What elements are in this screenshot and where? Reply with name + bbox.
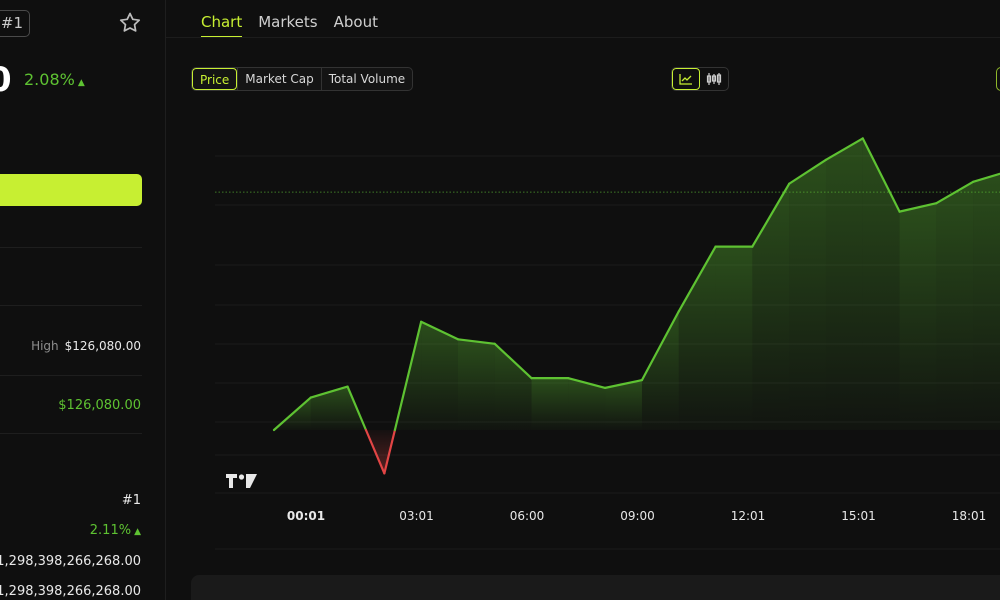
area-fill-segment (789, 159, 826, 430)
area-fill-segment (421, 321, 458, 430)
chart-area: Chart Markets About Price Market Cap Tot… (166, 0, 1000, 600)
area-fill-segment (936, 181, 974, 430)
x-tick-label: 03:01 (399, 509, 434, 523)
triangle-up-icon: ▲ (134, 527, 141, 537)
divider (0, 247, 142, 248)
candlestick-icon[interactable] (700, 68, 728, 90)
area-fill-segment (825, 138, 863, 430)
rank-value: #1 (121, 493, 141, 508)
x-tick-label: 00:01 (287, 509, 325, 523)
x-tick-label: 15:01 (841, 509, 876, 523)
rank-badge: #1 (0, 10, 30, 37)
area-fill-segment (678, 246, 716, 430)
fully-diluted-value: $1,298,398,266,268.00 (0, 584, 141, 599)
divider (166, 37, 1000, 38)
high-label: High (31, 339, 59, 353)
tab-bar: Chart Markets About (201, 0, 378, 38)
x-tick-label: 09:00 (620, 509, 655, 523)
all-time-high-value: $126,080.00 (58, 398, 141, 413)
area-fill-segment (752, 183, 790, 430)
bottom-panel (191, 575, 1000, 600)
current-price: 0 (0, 60, 12, 100)
high-row: High $126,080.00 (31, 339, 141, 353)
tab-about[interactable]: About (334, 0, 378, 38)
price-chart[interactable]: 00:01 03:01 06:00 09:00 12:01 15:01 18:01 (166, 100, 1000, 560)
line-chart-icon[interactable] (672, 68, 700, 90)
area-fill-segment (973, 173, 1000, 430)
price-toggle-button[interactable]: Price (192, 68, 238, 90)
x-tick-label: 06:00 (510, 509, 545, 523)
fullscreen-button[interactable] (996, 67, 1000, 91)
market-cap-toggle-button[interactable]: Market Cap (237, 68, 320, 90)
divider (0, 433, 142, 434)
high-value: $126,080.00 (64, 339, 141, 353)
price-change-percent: 2.08% ▲ (24, 70, 85, 89)
tab-markets[interactable]: Markets (258, 0, 317, 38)
star-icon[interactable] (117, 10, 143, 36)
market-cap-value: $1,298,398,266,268.00 (0, 554, 141, 569)
metric-toggle: Price Market Cap Total Volume (191, 67, 414, 91)
coin-summary-panel: #1 0 2.08%▲ High$126,080.00 $126,080.00 … (0, 0, 166, 600)
change-percent-2: 2.11% ▲ (89, 523, 141, 538)
triangle-up-icon: ▲ (77, 78, 85, 88)
area-fill-segment (457, 339, 495, 430)
area-fill-segment (531, 378, 569, 430)
total-volume-toggle-button[interactable]: Total Volume (320, 68, 412, 90)
area-fill-segment (899, 203, 937, 430)
area-fill-segment (715, 246, 753, 430)
area-fill-segment (862, 138, 900, 430)
chart-type-toggle (671, 67, 729, 91)
divider (0, 305, 142, 306)
area-fill-segment (494, 343, 532, 430)
tab-chart[interactable]: Chart (201, 0, 243, 38)
action-button[interactable] (0, 174, 142, 206)
x-tick-label: 12:01 (731, 509, 766, 523)
divider (0, 375, 142, 376)
tradingview-logo-icon (226, 474, 257, 488)
x-tick-label: 18:01 (952, 509, 987, 523)
